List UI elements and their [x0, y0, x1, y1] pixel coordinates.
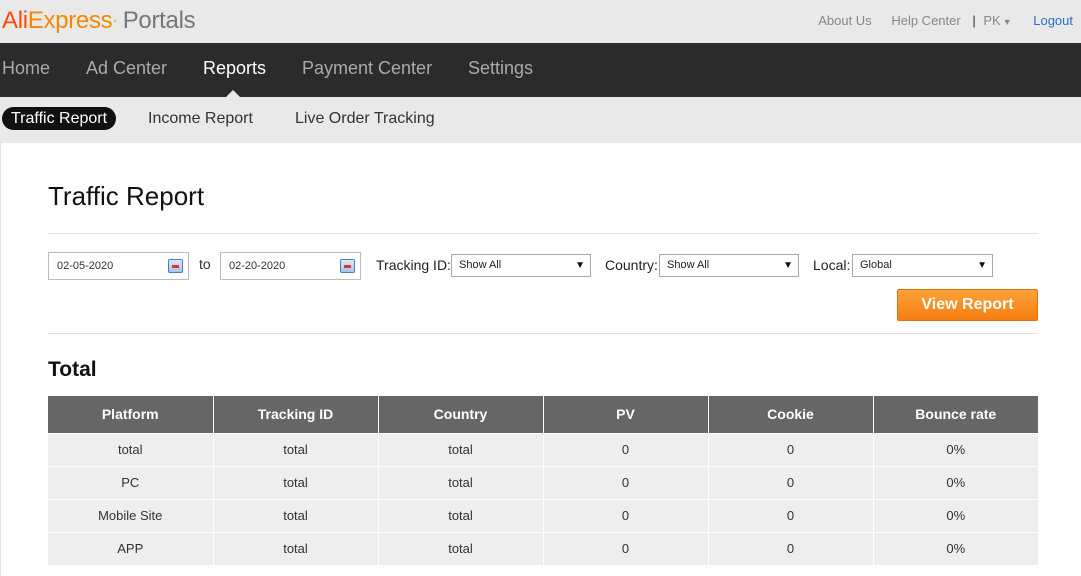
- country-select[interactable]: Show All ▼: [659, 254, 799, 277]
- date-range-to-label: to: [199, 256, 211, 272]
- cell-platform: PC: [48, 465, 214, 499]
- nav-item-ad-center[interactable]: Ad Center: [86, 43, 167, 97]
- main-nav: Home Ad Center Reports Payment Center Se…: [0, 43, 1081, 97]
- logo-express-text: Express: [27, 7, 113, 34]
- caret-down-icon: ▼: [1002, 17, 1012, 27]
- about-us-link[interactable]: About Us: [818, 13, 871, 28]
- table-header-row: Platform Tracking ID Country PV Cookie B…: [48, 396, 1038, 433]
- cell-tracking-id: total: [213, 531, 379, 565]
- column-header-bounce-rate: Bounce rate: [873, 396, 1038, 433]
- logout-link[interactable]: Logout: [1033, 13, 1073, 28]
- country-label: Country:: [605, 257, 658, 273]
- active-nav-indicator: [226, 90, 240, 97]
- tracking-id-value: Show All: [459, 259, 502, 271]
- chevron-down-icon: ▼: [977, 260, 987, 271]
- cell-bounce-rate: 0%: [873, 498, 1038, 532]
- cell-country: total: [378, 531, 544, 565]
- cell-platform: Mobile Site: [48, 498, 214, 532]
- divider: [48, 233, 1038, 234]
- traffic-total-table: Platform Tracking ID Country PV Cookie B…: [48, 396, 1038, 565]
- aliexpress-portals-logo[interactable]: AliExpress° Portals: [2, 7, 196, 35]
- help-center-link[interactable]: Help Center: [891, 13, 960, 28]
- cell-bounce-rate: 0%: [873, 432, 1038, 466]
- cell-tracking-id: total: [213, 432, 379, 466]
- cell-cookie: 0: [708, 498, 874, 532]
- end-date-value: 02-20-2020: [229, 260, 286, 272]
- start-date-field[interactable]: 02-05-2020: [48, 252, 189, 280]
- logo-ali-text: Ali: [2, 7, 28, 34]
- start-date-value: 02-05-2020: [57, 260, 114, 272]
- cell-bounce-rate: 0%: [873, 531, 1038, 565]
- calendar-icon[interactable]: [168, 259, 183, 273]
- tracking-id-label: Tracking ID:: [376, 257, 451, 273]
- total-section-title: Total: [48, 358, 97, 381]
- top-header: AliExpress° Portals About Us Help Center …: [0, 0, 1081, 43]
- column-header-tracking-id: Tracking ID: [213, 396, 379, 433]
- column-header-country: Country: [378, 396, 544, 433]
- view-report-button[interactable]: View Report: [897, 289, 1038, 321]
- cell-pv: 0: [543, 498, 709, 532]
- nav-item-payment-center[interactable]: Payment Center: [302, 43, 432, 97]
- cell-country: total: [378, 432, 544, 466]
- cell-pv: 0: [543, 432, 709, 466]
- language-selector[interactable]: PK ▼: [983, 13, 1011, 28]
- cell-platform: APP: [48, 531, 214, 565]
- column-header-platform: Platform: [48, 396, 214, 433]
- calendar-icon[interactable]: [340, 259, 355, 273]
- sub-nav: Traffic Report Income Report Live Order …: [0, 97, 1081, 143]
- chevron-down-icon: ▼: [575, 260, 585, 271]
- cell-pv: 0: [543, 531, 709, 565]
- chevron-down-icon: ▼: [783, 260, 793, 271]
- local-label: Local:: [813, 257, 851, 273]
- table-row: PC total total 0 0 0%: [48, 465, 1038, 499]
- cell-tracking-id: total: [213, 498, 379, 532]
- column-header-cookie: Cookie: [708, 396, 874, 433]
- nav-item-home[interactable]: Home: [2, 43, 50, 97]
- tracking-id-select[interactable]: Show All ▼: [451, 254, 591, 277]
- cell-country: total: [378, 498, 544, 532]
- cell-country: total: [378, 465, 544, 499]
- logo-portals-text: Portals: [122, 7, 196, 34]
- cell-bounce-rate: 0%: [873, 465, 1038, 499]
- table-row: APP total total 0 0 0%: [48, 531, 1038, 565]
- table-row: total total total 0 0 0%: [48, 432, 1038, 466]
- nav-item-reports[interactable]: Reports: [203, 43, 266, 97]
- tab-live-order-tracking[interactable]: Live Order Tracking: [295, 107, 435, 130]
- table-row: Mobile Site total total 0 0 0%: [48, 498, 1038, 532]
- local-value: Global: [860, 259, 892, 271]
- tab-income-report[interactable]: Income Report: [148, 107, 253, 130]
- page-title: Traffic Report: [48, 181, 205, 211]
- divider: [48, 333, 1038, 334]
- cell-cookie: 0: [708, 432, 874, 466]
- cell-cookie: 0: [708, 531, 874, 565]
- cell-tracking-id: total: [213, 465, 379, 499]
- content-panel: Traffic Report 02-05-2020 to 02-20-2020 …: [0, 143, 1081, 576]
- nav-item-settings[interactable]: Settings: [468, 43, 533, 97]
- top-links: About Us Help Center | PK ▼ Logout: [802, 13, 1073, 28]
- cell-platform: total: [48, 432, 214, 466]
- end-date-field[interactable]: 02-20-2020: [220, 252, 361, 280]
- country-value: Show All: [667, 259, 710, 271]
- column-header-pv: PV: [543, 396, 709, 433]
- cell-cookie: 0: [708, 465, 874, 499]
- link-separator: |: [972, 13, 976, 28]
- language-label: PK: [983, 13, 1001, 28]
- cell-pv: 0: [543, 465, 709, 499]
- logo-trademark: °: [113, 18, 117, 28]
- local-select[interactable]: Global ▼: [852, 254, 993, 277]
- tab-traffic-report[interactable]: Traffic Report: [2, 107, 117, 130]
